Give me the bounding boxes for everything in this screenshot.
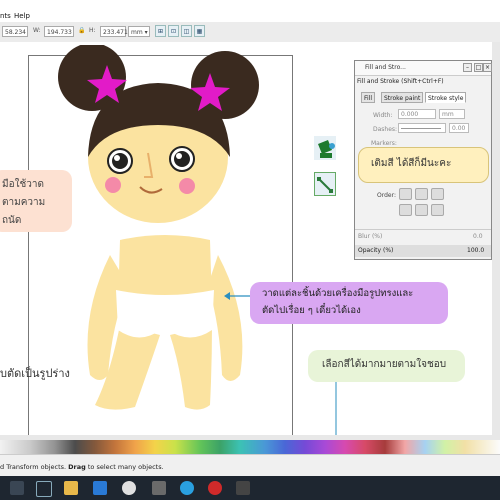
transform-stroke-icon[interactable]: ⊞: [155, 25, 166, 37]
right-cheek: [179, 178, 195, 194]
order-label: Order:: [377, 192, 396, 199]
opacity-slider[interactable]: Opacity (%) 100.0: [355, 245, 491, 257]
node-tool-icon[interactable]: [314, 172, 336, 196]
vertical-scrollbar[interactable]: [492, 42, 500, 440]
dashes-label: Dashes:: [373, 126, 398, 133]
order-fill-markers-stroke-icon[interactable]: [431, 188, 444, 200]
transform-pattern-icon[interactable]: ▦: [194, 25, 205, 37]
maximize-button[interactable]: □: [474, 63, 483, 72]
right-leg: [170, 325, 212, 410]
right-pupil: [174, 151, 190, 167]
doll-drawing[interactable]: [40, 45, 280, 425]
status-bar: d Transform objects. Drag to select many…: [0, 454, 500, 477]
skype-icon[interactable]: [180, 481, 194, 495]
note-bubble-purple: วาดแต่ละชิ้นด้วยเครื่องมือรูปทรงและ ตัดไ…: [250, 282, 448, 324]
order-stroke-fill-markers-icon[interactable]: [415, 188, 428, 200]
blur-label: Blur (%): [358, 233, 383, 240]
markers-label: Markers:: [371, 140, 397, 147]
width-unit-select[interactable]: mm: [439, 109, 465, 119]
tab-fill[interactable]: Fill: [361, 92, 376, 103]
lock-icon[interactable]: 🔒: [78, 27, 85, 34]
fill-stroke-dialog[interactable]: Fill and Stro... – □ × Fill and Stroke (…: [354, 60, 492, 260]
fill-bucket-icon[interactable]: [314, 136, 336, 160]
menu-item-help[interactable]: Help: [14, 12, 30, 20]
right-arm: [208, 255, 243, 381]
close-button[interactable]: ×: [483, 63, 492, 72]
store-icon[interactable]: [152, 481, 166, 495]
note-bubble-green: เลือกสีได้มากมายตามใจชอบ: [308, 350, 465, 382]
color-palette[interactable]: [0, 440, 500, 454]
blur-value[interactable]: 0.0: [473, 233, 483, 240]
shorts: [116, 290, 214, 338]
width-field[interactable]: 0.000: [398, 109, 436, 119]
w-field[interactable]: 194.733: [44, 26, 74, 37]
task-view-icon[interactable]: [36, 481, 52, 497]
left-cheek: [105, 177, 121, 193]
transform-corners-icon[interactable]: ⊡: [168, 25, 179, 37]
order-fill-stroke-markers-icon[interactable]: [399, 188, 412, 200]
order-markers-stroke-fill-icon[interactable]: [431, 204, 444, 216]
transform-gradient-icon[interactable]: ◫: [181, 25, 192, 37]
unit-select[interactable]: mm ▾: [128, 26, 150, 37]
chrome-icon[interactable]: [122, 481, 136, 495]
order-markers-fill-stroke-icon[interactable]: [399, 204, 412, 216]
edge-icon[interactable]: [93, 481, 107, 495]
search-icon[interactable]: [10, 481, 24, 495]
w-label: W:: [33, 27, 41, 34]
left-pupil: [112, 153, 128, 169]
connector-line-green: [335, 380, 337, 438]
opera-icon[interactable]: [208, 481, 222, 495]
note-bubble-yellow: เติมสี ได้สีก็มีนะคะ: [358, 147, 489, 183]
tool-controls-bar: 58.234 W: 194.733 🔒 H: 233.471 mm ▾ ⊞ ⊡ …: [0, 22, 500, 43]
tab-stroke-style[interactable]: Stroke style: [425, 92, 467, 103]
order-stroke-markers-fill-icon[interactable]: [415, 204, 428, 216]
file-explorer-icon[interactable]: [64, 481, 78, 495]
tab-stroke-paint[interactable]: Stroke paint: [381, 92, 424, 103]
dashes-select[interactable]: [398, 123, 446, 133]
menu-bar: nts Help: [0, 0, 500, 22]
inkscape-icon[interactable]: [236, 481, 250, 495]
h-field[interactable]: 233.471: [100, 26, 128, 37]
width-label: Width:: [373, 112, 393, 119]
x-field[interactable]: 58.234: [2, 26, 28, 37]
dialog-header: Fill and Stroke (Shift+Ctrl+F): [357, 78, 444, 85]
dashes-offset-field[interactable]: 0.00: [449, 123, 469, 133]
dialog-titlebar[interactable]: Fill and Stro... – □ ×: [355, 61, 492, 76]
menu-item-objects[interactable]: nts: [0, 12, 11, 20]
minimize-button[interactable]: –: [463, 63, 472, 72]
h-label: H:: [89, 27, 96, 34]
